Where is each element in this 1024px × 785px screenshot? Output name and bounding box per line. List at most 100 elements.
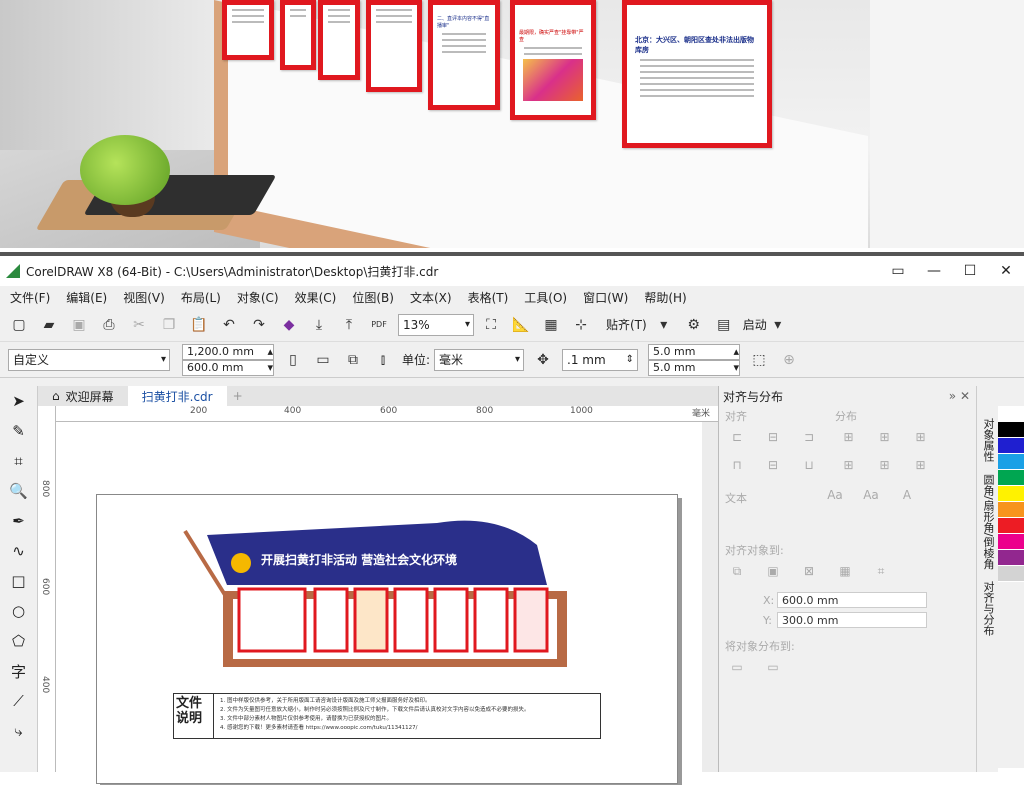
menu-window[interactable]: 窗口(W): [583, 289, 628, 306]
nudge-distance-field[interactable]: .1 mm ⇕: [562, 348, 639, 371]
current-page-icon[interactable]: ⫾: [372, 349, 394, 371]
freehand-tool-icon[interactable]: ✒: [0, 506, 37, 536]
rectangle-tool-icon[interactable]: □: [0, 566, 37, 596]
maximize-button[interactable]: ☐: [952, 263, 988, 279]
align-center-v-icon[interactable]: ⊟: [763, 458, 783, 478]
chevron-down-icon[interactable]: ▾: [767, 314, 789, 336]
color-swatch[interactable]: [998, 502, 1024, 518]
menu-text[interactable]: 文本(X): [410, 289, 452, 306]
pick-tool-icon[interactable]: ➤: [0, 386, 37, 416]
minimize-button[interactable]: —: [916, 263, 952, 279]
page-center-icon[interactable]: ⊠: [799, 564, 819, 584]
redo-icon[interactable]: ↷: [248, 314, 270, 336]
color-swatch[interactable]: [998, 550, 1024, 566]
export-icon[interactable]: ⤒: [338, 314, 360, 336]
drawing-canvas[interactable]: 开展扫黄打非活动 营造社会文化环境 文件说明 1. 图中样版仅供参考，关于所用版…: [56, 422, 702, 784]
import-icon[interactable]: ⤓: [308, 314, 330, 336]
undo-icon[interactable]: ↶: [218, 314, 240, 336]
specified-point-icon[interactable]: ⌗: [871, 564, 891, 584]
close-button[interactable]: ✕: [988, 263, 1024, 279]
portrait-icon[interactable]: ▯: [282, 349, 304, 371]
print-icon[interactable]: ⎙: [98, 314, 120, 336]
cut-icon[interactable]: ✂: [128, 314, 150, 336]
text-baseline-icon[interactable]: Aa: [825, 488, 845, 508]
units-select[interactable]: 毫米 ▾: [434, 348, 525, 371]
menu-file[interactable]: 文件(F): [10, 289, 50, 306]
page-extent-icon[interactable]: ▭: [763, 660, 783, 680]
landscape-icon[interactable]: ▭: [312, 349, 334, 371]
color-swatch[interactable]: [998, 566, 1024, 582]
artistic-media-icon[interactable]: ∿: [0, 536, 37, 566]
launch-icon[interactable]: ▤: [713, 314, 735, 336]
distribute-top-icon[interactable]: ⊞: [839, 458, 859, 478]
menu-object[interactable]: 对象(C): [237, 289, 279, 306]
account-icon[interactable]: ▭: [880, 263, 916, 279]
grid-icon[interactable]: ▦: [835, 564, 855, 584]
all-pages-icon[interactable]: ⧉: [342, 349, 364, 371]
color-swatch[interactable]: [998, 518, 1024, 534]
tab-object-properties[interactable]: 对象属性: [977, 412, 999, 468]
menu-bitmaps[interactable]: 位图(B): [352, 289, 394, 306]
gear-icon[interactable]: ⚙: [683, 314, 705, 336]
tab-document[interactable]: 扫黄打非.cdr: [127, 386, 227, 406]
text-line-icon[interactable]: Aa: [861, 488, 881, 508]
active-object-icon[interactable]: ⧉: [727, 564, 747, 584]
vertical-scrollbar[interactable]: [702, 422, 718, 772]
copy-icon[interactable]: ❐: [158, 314, 180, 336]
open-folder-icon[interactable]: ▰: [38, 314, 60, 336]
color-swatch[interactable]: [998, 534, 1024, 550]
pdf-export-icon[interactable]: PDF: [368, 314, 390, 336]
y-field[interactable]: 300.0 mm: [777, 612, 927, 628]
drawing-page[interactable]: 开展扫黄打非活动 营造社会文化环境 文件说明 1. 图中样版仅供参考，关于所用版…: [96, 494, 678, 784]
distribute-bottom-icon[interactable]: ⊞: [911, 458, 931, 478]
align-left-icon[interactable]: ⊏: [727, 430, 747, 450]
ellipse-tool-icon[interactable]: ○: [0, 596, 37, 626]
grid-icon[interactable]: ▦: [540, 314, 562, 336]
crop-tool-icon[interactable]: ⌗: [0, 446, 37, 476]
connector-tool-icon[interactable]: ⤷: [0, 716, 37, 746]
menu-view[interactable]: 视图(V): [123, 289, 165, 306]
search-content-icon[interactable]: ◆: [278, 314, 300, 336]
duplicate-y-field[interactable]: 5.0 mm ▾: [648, 359, 741, 376]
horizontal-ruler[interactable]: 200 400 600 800 1000 毫米: [56, 406, 718, 422]
menu-layout[interactable]: 布局(L): [181, 289, 221, 306]
page-height-field[interactable]: 600.0 mm ▾: [182, 359, 274, 376]
distribute-middle-icon[interactable]: ⊞: [875, 458, 895, 478]
duplicate-x-field[interactable]: 5.0 mm ▴: [648, 343, 741, 360]
new-tab-icon[interactable]: +: [233, 389, 243, 403]
tab-fillet[interactable]: 圆角/扇形角/倒棱角: [977, 468, 999, 575]
menu-tools[interactable]: 工具(O): [524, 289, 567, 306]
align-center-h-icon[interactable]: ⊟: [763, 430, 783, 450]
snap-to-button[interactable]: 贴齐(T): [606, 316, 647, 333]
add-icon[interactable]: ⊕: [778, 349, 800, 371]
color-swatch[interactable]: [998, 486, 1024, 502]
x-field[interactable]: 600.0 mm: [777, 592, 927, 608]
vertical-ruler[interactable]: 800 600 400: [38, 406, 56, 772]
text-bbox-icon[interactable]: A: [897, 488, 917, 508]
save-icon[interactable]: ▣: [68, 314, 90, 336]
align-top-icon[interactable]: ⊓: [727, 458, 747, 478]
distribute-right-icon[interactable]: ⊞: [911, 430, 931, 450]
selection-extent-icon[interactable]: ▭: [727, 660, 747, 680]
color-swatch[interactable]: [998, 438, 1024, 454]
menu-effects[interactable]: 效果(C): [295, 289, 337, 306]
menu-table[interactable]: 表格(T): [468, 289, 509, 306]
new-document-icon[interactable]: ▢: [8, 314, 30, 336]
full-screen-icon[interactable]: ⛶: [480, 314, 502, 336]
close-icon[interactable]: » ✕: [949, 389, 970, 403]
page-width-field[interactable]: 1,200.0 mm ▴: [182, 343, 274, 360]
rulers-icon[interactable]: 📐: [510, 314, 532, 336]
distribute-center-icon[interactable]: ⊞: [875, 430, 895, 450]
parallel-dimension-icon[interactable]: ⟋: [0, 686, 37, 716]
page-edge-icon[interactable]: ▣: [763, 564, 783, 584]
launch-button[interactable]: 启动: [743, 316, 767, 333]
page-preset-select[interactable]: 自定义 ▾: [8, 348, 170, 371]
zoom-level-select[interactable]: 13%: [398, 313, 474, 336]
tab-welcome[interactable]: ⌂ 欢迎屏幕: [38, 386, 128, 406]
polygon-tool-icon[interactable]: ⬠: [0, 626, 37, 656]
align-right-icon[interactable]: ⊐: [799, 430, 819, 450]
shape-tool-icon[interactable]: ✎: [0, 416, 37, 446]
align-bottom-icon[interactable]: ⊔: [799, 458, 819, 478]
tab-align-distribute[interactable]: 对齐与分布: [977, 575, 999, 642]
distribute-left-icon[interactable]: ⊞: [839, 430, 859, 450]
